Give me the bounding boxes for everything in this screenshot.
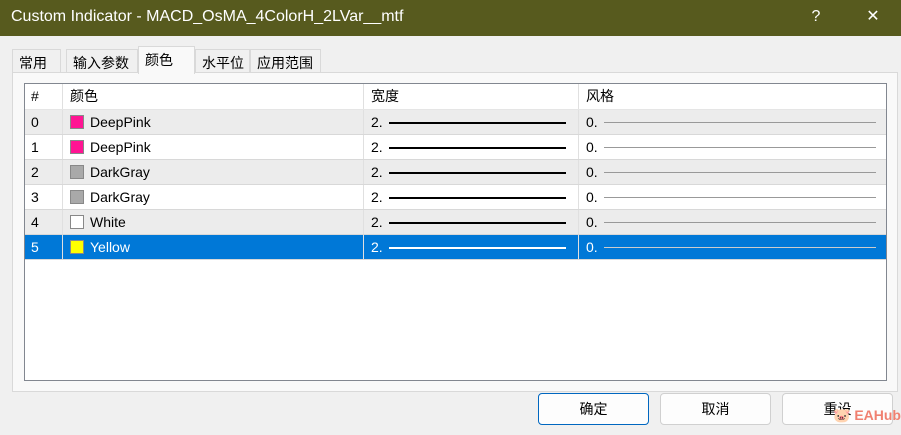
width-value: 2. <box>371 114 383 130</box>
color-name: DarkGray <box>90 189 150 205</box>
row-color[interactable]: DarkGray <box>63 185 364 209</box>
row-color[interactable]: DeepPink <box>63 110 364 134</box>
row-style[interactable]: 0. <box>579 235 886 259</box>
table-row[interactable]: 5 Yellow 2. 0. <box>25 235 886 260</box>
style-line-preview <box>604 147 876 148</box>
color-name: DarkGray <box>90 164 150 180</box>
width-line-preview <box>389 147 566 149</box>
row-width[interactable]: 2. <box>364 235 579 259</box>
tab-inputs[interactable]: 输入参数 <box>66 49 138 73</box>
width-line-preview <box>389 197 566 199</box>
row-style[interactable]: 0. <box>579 160 886 184</box>
row-index: 0 <box>25 110 63 134</box>
color-swatch <box>70 140 84 154</box>
color-swatch <box>70 190 84 204</box>
tab-levels[interactable]: 水平位 <box>195 49 250 73</box>
table-row[interactable]: 1 DeepPink 2. 0. <box>25 135 886 160</box>
style-value: 0. <box>586 139 598 155</box>
style-value: 0. <box>586 214 598 230</box>
width-line-preview <box>389 122 566 124</box>
tab-common[interactable]: 常用 <box>12 49 61 73</box>
row-width[interactable]: 2. <box>364 135 579 159</box>
row-width[interactable]: 2. <box>364 185 579 209</box>
color-swatch <box>70 240 84 254</box>
table-row[interactable]: 2 DarkGray 2. 0. <box>25 160 886 185</box>
row-style[interactable]: 0. <box>579 210 886 234</box>
style-line-preview <box>604 172 876 173</box>
ok-button[interactable]: 确定 <box>538 393 649 425</box>
header-index[interactable]: # <box>25 84 63 109</box>
color-swatch <box>70 115 84 129</box>
close-button[interactable]: ✕ <box>850 0 896 36</box>
table-row[interactable]: 4 White 2. 0. <box>25 210 886 235</box>
style-line-preview <box>604 122 876 123</box>
row-color[interactable]: White <box>63 210 364 234</box>
style-value: 0. <box>586 164 598 180</box>
width-value: 2. <box>371 164 383 180</box>
color-swatch <box>70 165 84 179</box>
style-line-preview <box>604 197 876 198</box>
color-list[interactable]: # 颜色 宽度 风格 0 DeepPink 2. 0. 1 DeepPink 2.… <box>24 83 887 381</box>
row-width[interactable]: 2. <box>364 160 579 184</box>
style-value: 0. <box>586 114 598 130</box>
color-name: DeepPink <box>90 139 151 155</box>
color-swatch <box>70 215 84 229</box>
style-value: 0. <box>586 239 598 255</box>
row-style[interactable]: 0. <box>579 185 886 209</box>
row-index: 2 <box>25 160 63 184</box>
window-title: Custom Indicator - MACD_OsMA_4ColorH_2LV… <box>11 8 404 25</box>
row-index: 3 <box>25 185 63 209</box>
width-line-preview <box>389 222 566 224</box>
tab-colors[interactable]: 颜色 <box>138 46 195 74</box>
color-name: Yellow <box>90 239 130 255</box>
row-index: 1 <box>25 135 63 159</box>
row-color[interactable]: DeepPink <box>63 135 364 159</box>
title-bar: Custom Indicator - MACD_OsMA_4ColorH_2LV… <box>0 0 901 36</box>
width-value: 2. <box>371 139 383 155</box>
table-row[interactable]: 3 DarkGray 2. 0. <box>25 185 886 210</box>
watermark-logo: 🐷 EAHub <box>833 407 901 423</box>
row-color[interactable]: DarkGray <box>63 160 364 184</box>
color-name: White <box>90 214 126 230</box>
width-value: 2. <box>371 189 383 205</box>
list-header: # 颜色 宽度 风格 <box>25 84 886 110</box>
width-value: 2. <box>371 214 383 230</box>
row-width[interactable]: 2. <box>364 210 579 234</box>
style-line-preview <box>604 222 876 223</box>
style-line-preview <box>604 247 876 248</box>
header-width[interactable]: 宽度 <box>364 84 579 109</box>
table-row[interactable]: 0 DeepPink 2. 0. <box>25 110 886 135</box>
color-name: DeepPink <box>90 114 151 130</box>
tab-visualization[interactable]: 应用范围 <box>250 49 321 73</box>
row-index: 4 <box>25 210 63 234</box>
row-index: 5 <box>25 235 63 259</box>
row-style[interactable]: 0. <box>579 135 886 159</box>
width-line-preview <box>389 172 566 174</box>
header-style[interactable]: 风格 <box>579 84 886 109</box>
help-button[interactable]: ? <box>793 0 839 36</box>
width-value: 2. <box>371 239 383 255</box>
header-color[interactable]: 颜色 <box>63 84 364 109</box>
row-color[interactable]: Yellow <box>63 235 364 259</box>
style-value: 0. <box>586 189 598 205</box>
cancel-button[interactable]: 取消 <box>660 393 771 425</box>
row-style[interactable]: 0. <box>579 110 886 134</box>
width-line-preview <box>389 247 566 249</box>
row-width[interactable]: 2. <box>364 110 579 134</box>
